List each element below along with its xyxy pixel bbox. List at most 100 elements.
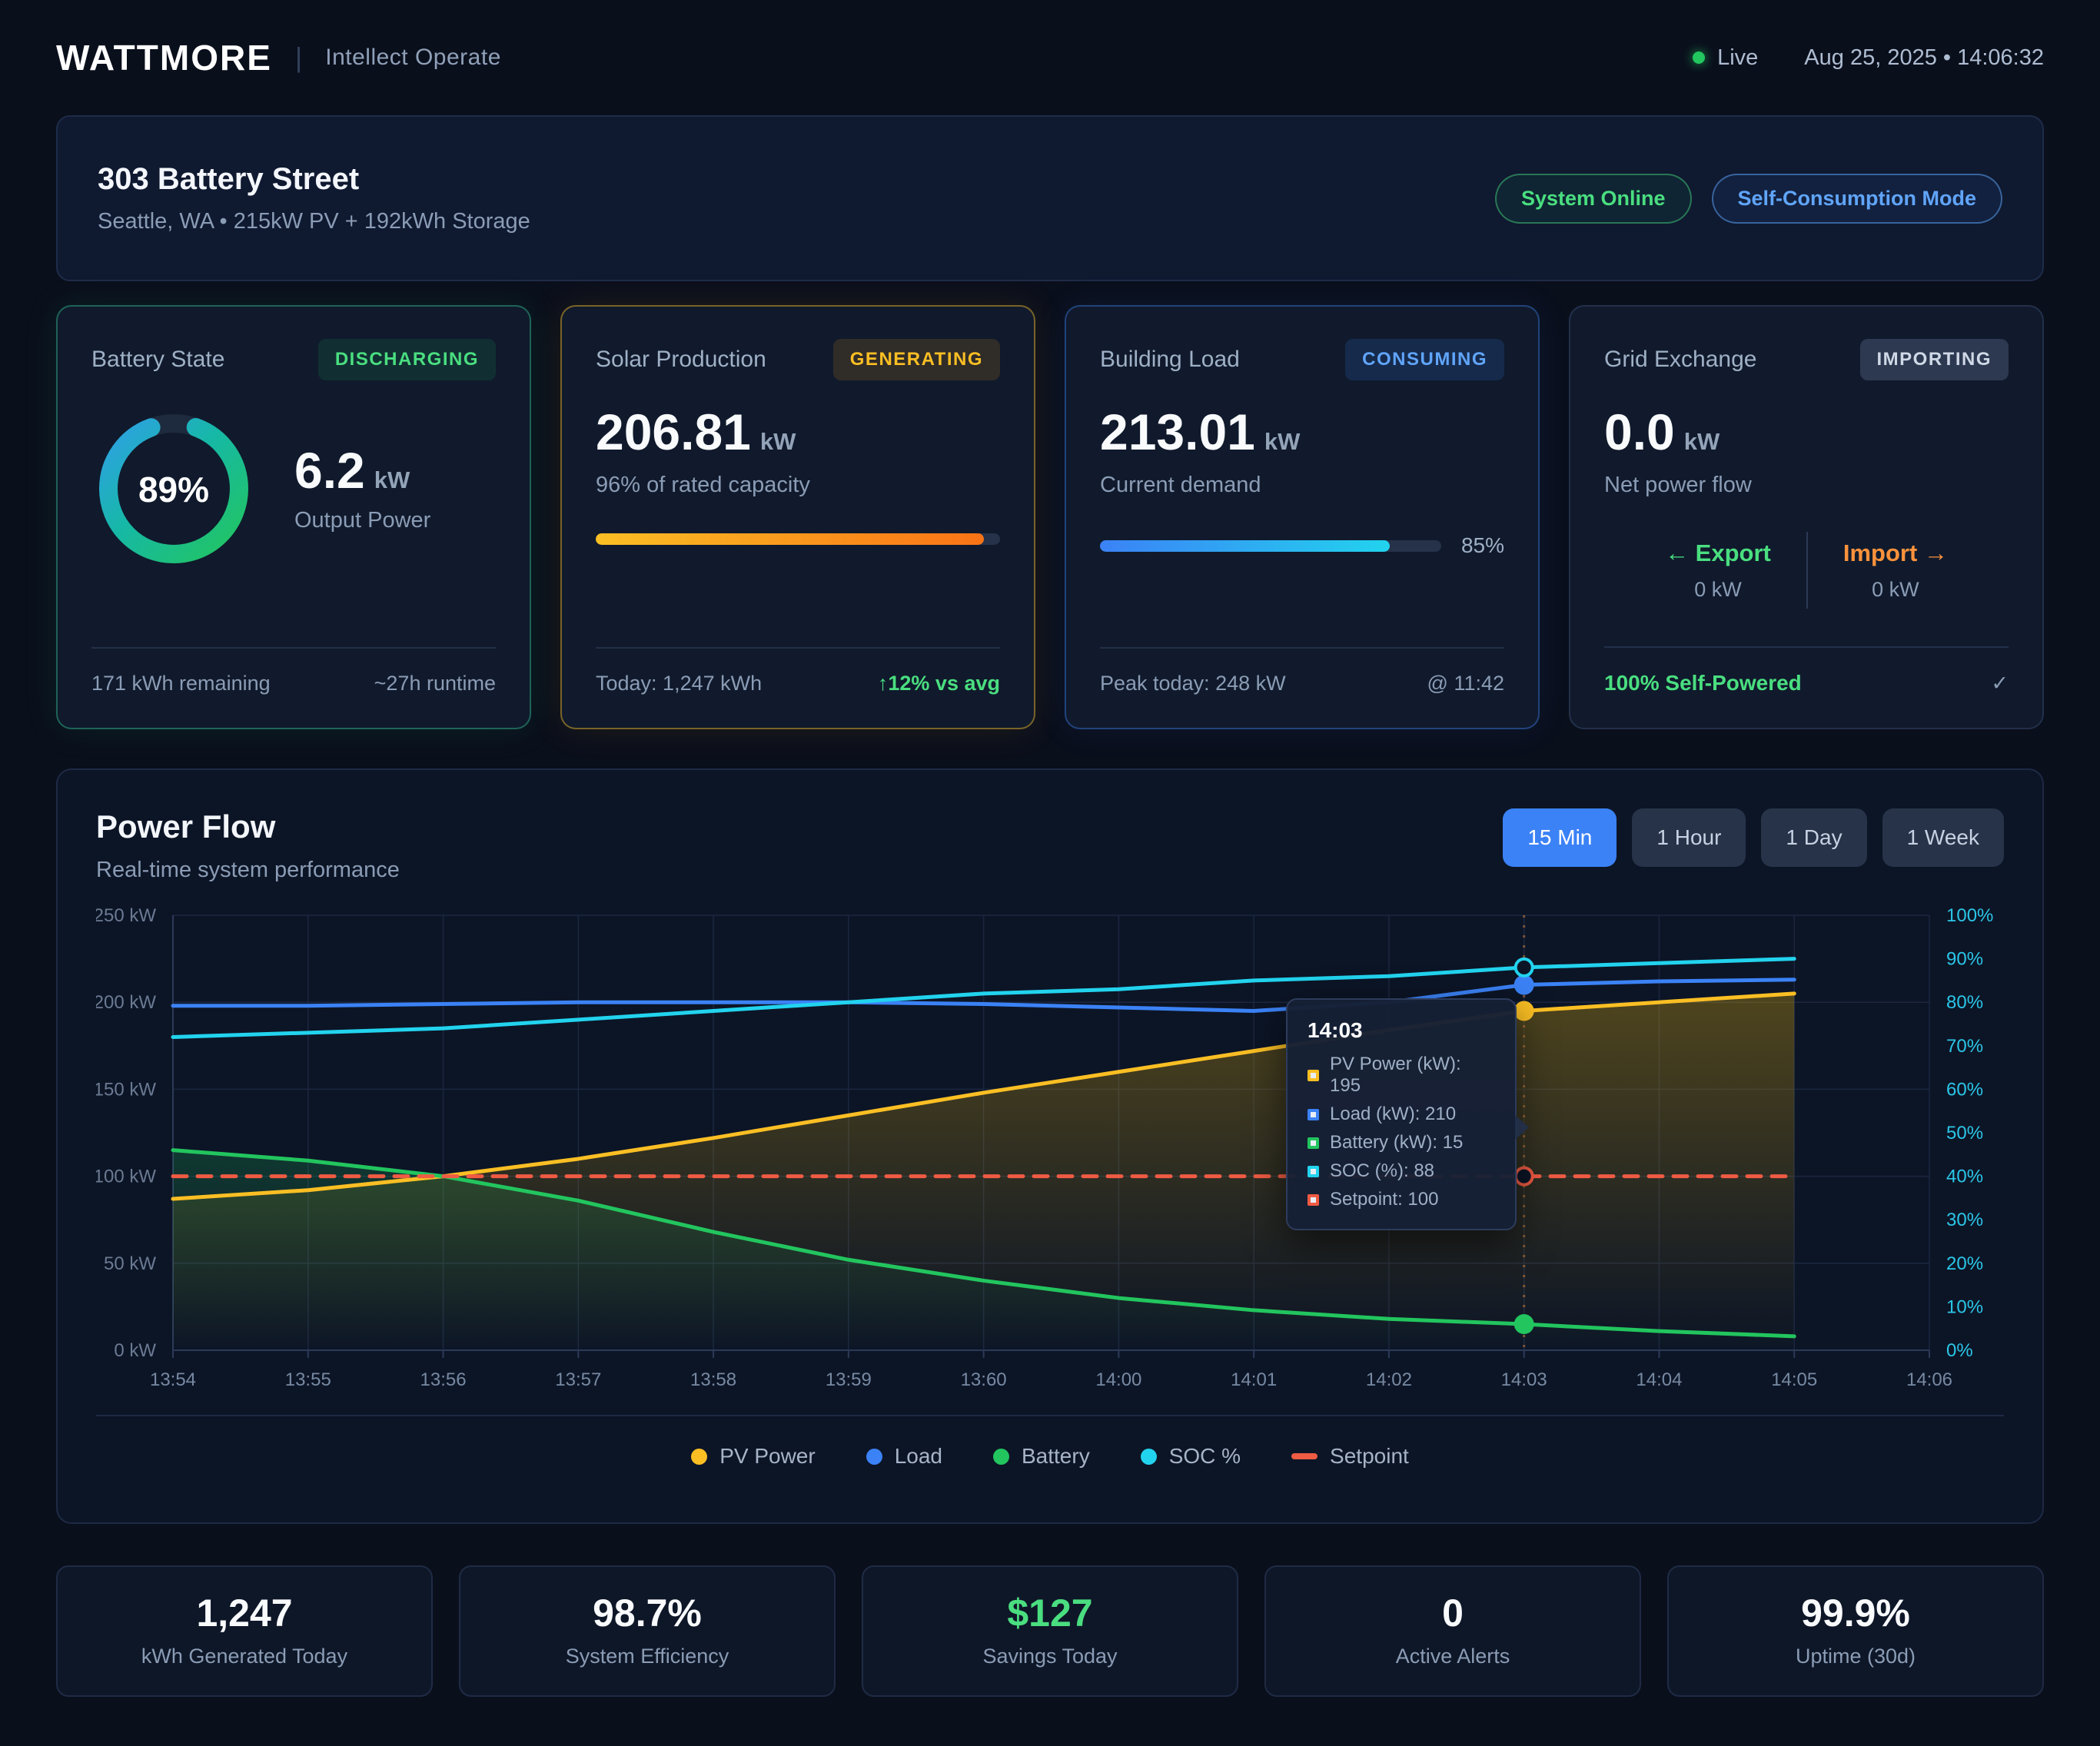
solar-card-header: Solar Production GENERATING	[596, 339, 1000, 380]
tooltip-row-0: PV Power (kW): 195	[1308, 1054, 1495, 1097]
svg-text:14:00: 14:00	[1095, 1369, 1141, 1390]
solar-vs-avg: ↑12% vs avg	[878, 672, 1000, 695]
battery-output-value: 6.2kW	[294, 445, 430, 496]
grid-import-value: 0 kW	[1843, 578, 1948, 602]
svg-text:13:57: 13:57	[555, 1369, 601, 1390]
grid-export-import: ← Export 0 kW Import → 0 kW	[1604, 532, 2009, 609]
site-card: 303 Battery Street Seattle, WA • 215kW P…	[56, 115, 2044, 281]
grid-card-header: Grid Exchange IMPORTING	[1604, 339, 2009, 380]
svg-text:13:56: 13:56	[420, 1369, 467, 1390]
solar-unit: kW	[760, 428, 796, 455]
svg-text:13:54: 13:54	[150, 1369, 196, 1390]
check-icon: ✓	[1991, 672, 2009, 695]
battery-card-footer: 171 kWh remaining ~27h runtime	[91, 647, 496, 695]
range-button-1-day[interactable]: 1 Day	[1761, 808, 1866, 867]
svg-text:40%: 40%	[1946, 1167, 1983, 1187]
tooltip-row-2: Battery (kW): 15	[1308, 1132, 1495, 1153]
soc-ring-value: 89%	[138, 470, 209, 510]
svg-text:60%: 60%	[1946, 1079, 1983, 1100]
stat-label: Savings Today	[982, 1645, 1117, 1668]
grid-flow-label: Net power flow	[1604, 473, 2009, 498]
stat-value: 1,247	[196, 1594, 292, 1632]
legend-label: Load	[895, 1444, 942, 1469]
range-button-1-hour[interactable]: 1 Hour	[1632, 808, 1746, 867]
battery-card: Battery State DISCHARGING	[56, 305, 531, 729]
load-card-footer: Peak today: 248 kW @ 11:42	[1100, 647, 1504, 695]
legend-label: SOC %	[1169, 1444, 1241, 1469]
tooltip-swatch-icon	[1308, 1194, 1319, 1206]
site-badges: System OnlineSelf-Consumption Mode	[1495, 174, 2002, 224]
self-powered-label: 100% Self-Powered	[1604, 671, 1802, 695]
load-status-badge: CONSUMING	[1345, 339, 1504, 380]
grid-import-label: Import →	[1843, 539, 1948, 567]
tooltip-row-label: Battery (kW): 15	[1330, 1132, 1463, 1153]
svg-text:10%: 10%	[1946, 1296, 1983, 1317]
svg-text:50 kW: 50 kW	[104, 1253, 156, 1274]
grid-value: 0.0kW	[1604, 407, 2009, 457]
grid-card: Grid Exchange IMPORTING 0.0kW Net power …	[1569, 305, 2044, 729]
load-peak: Peak today: 248 kW	[1100, 672, 1286, 695]
stat-label: System Efficiency	[566, 1645, 729, 1668]
header-status: Live Aug 25, 2025 • 14:06:32	[1693, 45, 2044, 71]
legend-dot-icon	[866, 1449, 882, 1465]
svg-text:80%: 80%	[1946, 992, 1983, 1013]
battery-output: 6.2kW Output Power	[294, 445, 430, 533]
load-progress-label: 85%	[1461, 533, 1504, 558]
range-button-15-min[interactable]: 15 Min	[1503, 808, 1617, 867]
svg-text:13:55: 13:55	[285, 1369, 331, 1390]
tooltip-row-label: SOC (%): 88	[1330, 1160, 1434, 1182]
solar-today: Today: 1,247 kWh	[596, 672, 762, 695]
site-badge-0: System Online	[1495, 174, 1692, 224]
svg-text:14:04: 14:04	[1636, 1369, 1682, 1390]
svg-text:13:58: 13:58	[690, 1369, 736, 1390]
site-subtitle: Seattle, WA • 215kW PV + 192kWh Storage	[98, 209, 530, 234]
legend-item-load[interactable]: Load	[866, 1444, 942, 1469]
legend-item-setpoint[interactable]: Setpoint	[1291, 1444, 1409, 1469]
solar-progress	[596, 533, 1000, 545]
summary-stat-savings-today: $127 Savings Today	[862, 1565, 1238, 1697]
grid-card-title: Grid Exchange	[1604, 347, 1756, 373]
stat-label: Uptime (30d)	[1796, 1645, 1916, 1668]
load-peak-time: @ 11:42	[1427, 672, 1504, 695]
stat-value: 99.9%	[1801, 1594, 1910, 1632]
legend-item-battery[interactable]: Battery	[993, 1444, 1090, 1469]
solar-value: 206.81kW	[596, 407, 1000, 457]
time-range-buttons: 15 Min 1 Hour 1 Day 1 Week	[1503, 808, 2004, 867]
live-dot-icon	[1693, 51, 1705, 64]
range-button-1-week[interactable]: 1 Week	[1882, 808, 2004, 867]
stat-value: $127	[1007, 1594, 1092, 1632]
load-progress-track	[1100, 540, 1441, 552]
power-flow-chart[interactable]: 0 kW50 kW100 kW150 kW200 kW250 kW0%10%20…	[96, 900, 2004, 1407]
svg-text:90%: 90%	[1946, 949, 1983, 970]
grid-export-value: 0 kW	[1665, 578, 1771, 602]
stat-cards: Battery State DISCHARGING	[56, 305, 2044, 729]
solar-capacity-label: 96% of rated capacity	[596, 473, 1000, 498]
solar-card: Solar Production GENERATING 206.81kW 96%…	[560, 305, 1035, 729]
legend-label: PV Power	[719, 1444, 816, 1469]
svg-text:14:05: 14:05	[1771, 1369, 1817, 1390]
legend-dash-icon	[1291, 1453, 1317, 1459]
power-flow-header: Power Flow Real-time system performance …	[96, 808, 2004, 883]
battery-status-badge: DISCHARGING	[318, 339, 496, 380]
battery-card-header: Battery State DISCHARGING	[91, 339, 496, 380]
svg-text:100 kW: 100 kW	[96, 1167, 156, 1187]
grid-status-badge: IMPORTING	[1860, 339, 2009, 380]
svg-text:14:01: 14:01	[1231, 1369, 1277, 1390]
svg-text:200 kW: 200 kW	[96, 992, 156, 1013]
site-info: 303 Battery Street Seattle, WA • 215kW P…	[98, 162, 530, 234]
legend-item-pv-power[interactable]: PV Power	[691, 1444, 816, 1469]
datetime: Aug 25, 2025 • 14:06:32	[1804, 45, 2044, 71]
svg-text:0 kW: 0 kW	[114, 1340, 156, 1361]
tooltip-swatch-icon	[1308, 1070, 1319, 1081]
tooltip-row-label: PV Power (kW): 195	[1330, 1054, 1495, 1097]
legend-dot-icon	[691, 1449, 707, 1465]
load-value: 213.01kW	[1100, 407, 1504, 457]
tooltip-row-1: Load (kW): 210	[1308, 1104, 1495, 1125]
power-flow-panel: Power Flow Real-time system performance …	[56, 768, 2044, 1524]
legend-item-soc-[interactable]: SOC %	[1141, 1444, 1241, 1469]
power-flow-title: Power Flow	[96, 808, 400, 845]
solar-card-title: Solar Production	[596, 347, 766, 373]
battery-remaining: 171 kWh remaining	[91, 672, 271, 695]
brand-divider: |	[295, 41, 302, 74]
power-flow-subtitle: Real-time system performance	[96, 858, 400, 883]
